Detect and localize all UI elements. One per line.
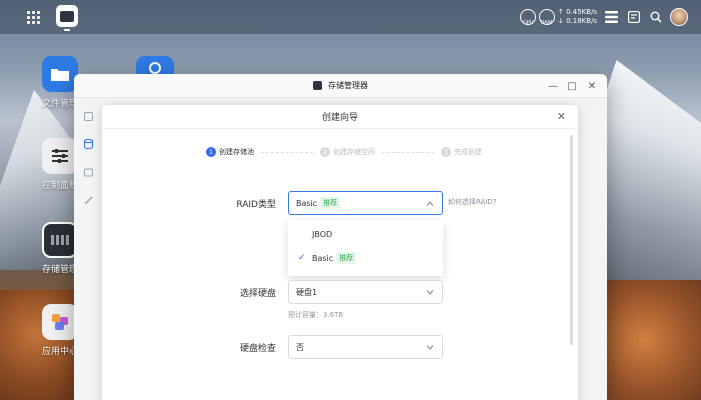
- window-title-bar[interactable]: 存储管理器 — □ ✕: [74, 74, 607, 98]
- option-jbod[interactable]: JBOD: [288, 224, 443, 244]
- sliders-icon: [42, 138, 78, 174]
- close-button[interactable]: ✕: [585, 79, 599, 93]
- search-icon[interactable]: [649, 10, 663, 24]
- raid-type-label: RAID类型: [236, 200, 276, 210]
- raid-type-value: Basic: [296, 198, 318, 208]
- checkmark-icon: ✓: [298, 253, 306, 263]
- disk-select-value: 硬盘1: [296, 287, 318, 297]
- chevron-up-icon: [425, 198, 435, 208]
- app-icon: [149, 62, 161, 74]
- notification-icon[interactable]: [627, 10, 641, 24]
- maximize-button[interactable]: □: [565, 79, 579, 93]
- disk-select[interactable]: 硬盘1: [288, 280, 443, 304]
- step-divider: [382, 151, 434, 153]
- option-basic[interactable]: ✓ Basic 推荐: [288, 248, 443, 268]
- window-title: 存储管理器: [328, 81, 368, 90]
- step-label: 完成创建: [454, 148, 482, 156]
- estimated-capacity: 预计容量：3.6TB: [288, 311, 344, 319]
- step-divider: [261, 151, 313, 153]
- raid-help-link[interactable]: 如何选择RAID?: [448, 197, 497, 207]
- task-list-icon[interactable]: [604, 10, 618, 24]
- wizard-title: 创建向导: [321, 113, 358, 123]
- disk-check-value: 否: [296, 342, 304, 352]
- storage-manager-icon: [313, 81, 322, 90]
- raid-type-select[interactable]: Basic 推荐: [288, 191, 443, 215]
- step-number: 3: [441, 147, 451, 157]
- app-center-icon: [42, 304, 78, 340]
- step-number: 2: [320, 147, 330, 157]
- step-finish: 3 完成创建: [441, 147, 482, 157]
- step-create-space: 2 创建存储空间: [320, 147, 375, 157]
- chevron-down-icon: [425, 287, 435, 297]
- active-app-indicator: [64, 29, 70, 31]
- download-speed: ↓ 0.18KB/s: [558, 17, 598, 25]
- wizard-steps: 1 创建存储池 2 创建存储空间 3 完成创建: [206, 147, 482, 157]
- chevron-down-icon: [425, 342, 435, 352]
- tools-icon[interactable]: [83, 195, 93, 205]
- step-label: 创建存储池: [219, 148, 254, 156]
- network-speed: ↑ 0.45KB/s ↓ 0.18KB/s: [558, 8, 597, 26]
- disk-check-label: 硬盘检查: [239, 344, 276, 354]
- recommended-badge: 推荐: [336, 252, 357, 264]
- storage-pool-icon[interactable]: [83, 139, 93, 149]
- folder-icon: [42, 56, 78, 92]
- upload-speed: ↑ 0.45KB/s: [558, 8, 598, 16]
- option-label: Basic: [312, 253, 334, 263]
- recommended-badge: 推荐: [320, 197, 341, 209]
- dialog-scrollbar[interactable]: [570, 135, 573, 345]
- user-avatar[interactable]: [670, 8, 688, 26]
- disk-icon[interactable]: [83, 167, 93, 177]
- option-label: JBOD: [312, 229, 333, 239]
- top-bar: GPU RAM ↑ 0.45KB/s ↓ 0.18KB/s: [0, 0, 701, 34]
- minimize-button[interactable]: —: [546, 79, 560, 93]
- window-sidebar: [74, 98, 102, 400]
- gpu-label: GPU: [523, 20, 534, 26]
- raid-type-dropdown: JBOD ✓ Basic 推荐: [288, 220, 443, 276]
- overview-icon[interactable]: [83, 111, 93, 121]
- ram-label: RAM: [541, 20, 553, 26]
- select-disk-label: 选择硬盘: [239, 289, 276, 299]
- storage-icon: [42, 222, 78, 258]
- step-number: 1: [206, 147, 216, 157]
- storage-manager-taskbar-button[interactable]: [56, 5, 78, 27]
- app-grid-icon[interactable]: [25, 9, 41, 25]
- step-create-pool: 1 创建存储池: [206, 147, 254, 157]
- wizard-header: 创建向导 ✕: [102, 105, 578, 129]
- disk-check-select[interactable]: 否: [288, 335, 443, 359]
- create-wizard-dialog: 创建向导 ✕ 1 创建存储池 2 创建存储空间 3 完成创建 RAID类型 Ba…: [102, 105, 578, 400]
- step-label: 创建存储空间: [333, 148, 375, 156]
- wizard-close-button[interactable]: ✕: [557, 110, 566, 123]
